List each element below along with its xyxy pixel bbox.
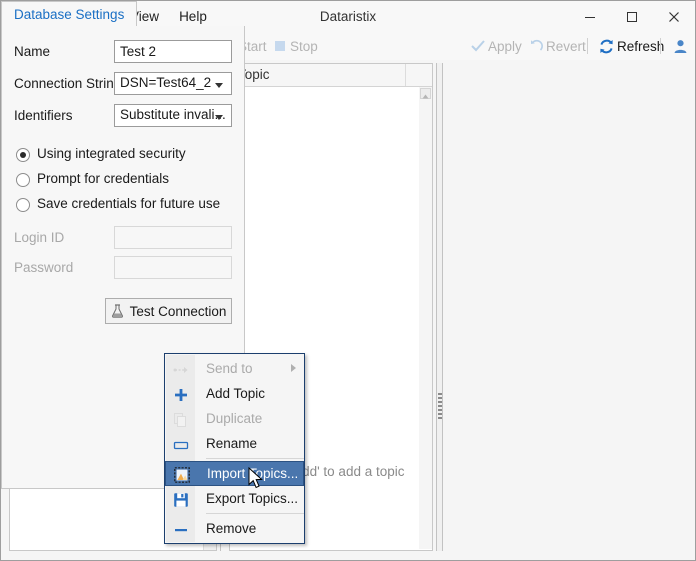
toolbar-stop-label: Stop — [290, 38, 318, 54]
topic-scroll-up-arrow-icon[interactable] — [420, 88, 431, 99]
name-input[interactable]: Test 2 — [114, 40, 232, 63]
toolbar-refresh-button[interactable]: Refresh — [595, 32, 668, 60]
toolbar-user-button[interactable] — [669, 32, 692, 60]
toolbar-separator-3 — [660, 38, 661, 54]
settings-tabstrip: Database Settings — [1, 1, 245, 27]
chevron-down-icon — [215, 83, 223, 88]
refresh-icon — [600, 39, 613, 53]
copy-icon — [173, 411, 189, 427]
password-label: Password — [14, 260, 74, 275]
window-controls — [569, 1, 695, 32]
password-input[interactable] — [114, 256, 232, 279]
rename-icon — [173, 436, 189, 452]
stop-icon — [275, 41, 285, 51]
connection-string-label: Connection String — [14, 76, 122, 91]
toolbar-apply-label: Apply — [488, 38, 522, 54]
topic-column-divider[interactable] — [405, 64, 406, 86]
mouse-cursor — [248, 466, 265, 494]
send-to-icon — [173, 361, 189, 377]
context-menu-item-import-topics[interactable]: Import Topics... — [165, 461, 304, 486]
save-icon — [173, 491, 189, 507]
context-menu-item-rename[interactable]: Rename — [165, 431, 304, 456]
import-icon — [174, 467, 190, 483]
plus-icon — [173, 386, 189, 402]
application-window: File Edit View Help Dataristix Add D — [0, 0, 696, 561]
radio-integrated-security-label: Using integrated security — [37, 146, 186, 161]
undo-icon — [531, 39, 543, 51]
context-menu: Send to Add Topic Duplicate Rename Import To… — [164, 353, 305, 544]
splitter-grip[interactable] — [438, 393, 442, 419]
context-menu-divider — [206, 513, 304, 514]
topic-list-header: Topic — [230, 64, 432, 87]
check-icon — [471, 40, 485, 52]
context-menu-item-label: Remove — [206, 521, 257, 536]
context-menu-item-add-topic[interactable]: Add Topic — [165, 381, 304, 406]
splitter-line-right-b — [442, 63, 443, 551]
context-menu-item-label: Add Topic — [206, 386, 266, 401]
context-menu-item-send-to[interactable]: Send to — [165, 356, 304, 381]
identifiers-value: Substitute invali... — [120, 107, 226, 122]
maximize-button[interactable] — [611, 1, 653, 32]
toolbar-revert-button[interactable]: Revert — [525, 32, 590, 60]
context-menu-item-export-topics[interactable]: Export Topics... — [165, 486, 304, 511]
connection-string-value: DSN=Test64_2 — [120, 75, 212, 90]
submenu-arrow-icon — [291, 364, 296, 372]
chevron-down-icon — [215, 115, 223, 120]
radio-save-credentials-label: Save credentials for future use — [37, 196, 221, 211]
panel-splitter[interactable] — [437, 63, 442, 551]
toolbar-separator-2 — [587, 38, 588, 54]
toolbar-stop-button[interactable]: Stop — [269, 32, 322, 60]
user-icon — [674, 39, 687, 53]
flask-icon — [111, 304, 123, 318]
context-menu-item-label: Send to — [206, 361, 253, 376]
name-field-label: Name — [14, 44, 51, 59]
context-menu-item-duplicate[interactable]: Duplicate — [165, 406, 304, 431]
context-menu-item-label: Rename — [206, 436, 258, 451]
login-id-input[interactable] — [114, 226, 232, 249]
toolbar-refresh-label: Refresh — [617, 38, 665, 54]
identifiers-label: Identifiers — [14, 108, 73, 123]
minus-icon — [173, 521, 189, 537]
toolbar-revert-label: Revert — [546, 38, 586, 54]
topic-vertical-scrollbar[interactable] — [419, 87, 432, 549]
test-connection-button[interactable]: Test Connection — [105, 298, 232, 324]
context-menu-item-remove[interactable]: Remove — [165, 516, 304, 541]
radio-indicator-icon — [16, 173, 30, 187]
context-menu-item-label: Duplicate — [206, 411, 263, 426]
toolbar-apply-button[interactable]: Apply — [467, 32, 526, 60]
minimize-button[interactable] — [569, 1, 611, 32]
context-menu-divider — [206, 458, 304, 459]
radio-prompt-credentials-label: Prompt for credentials — [37, 171, 170, 186]
identifiers-combo[interactable]: Substitute invali... — [114, 104, 232, 127]
login-id-label: Login ID — [14, 230, 65, 245]
connection-string-combo[interactable]: DSN=Test64_2 — [114, 72, 232, 95]
test-connection-label: Test Connection — [129, 303, 227, 319]
tab-database-settings[interactable]: Database Settings — [1, 1, 138, 27]
radio-indicator-icon — [16, 148, 30, 162]
radio-indicator-icon — [16, 198, 30, 212]
close-button[interactable] — [653, 1, 695, 32]
